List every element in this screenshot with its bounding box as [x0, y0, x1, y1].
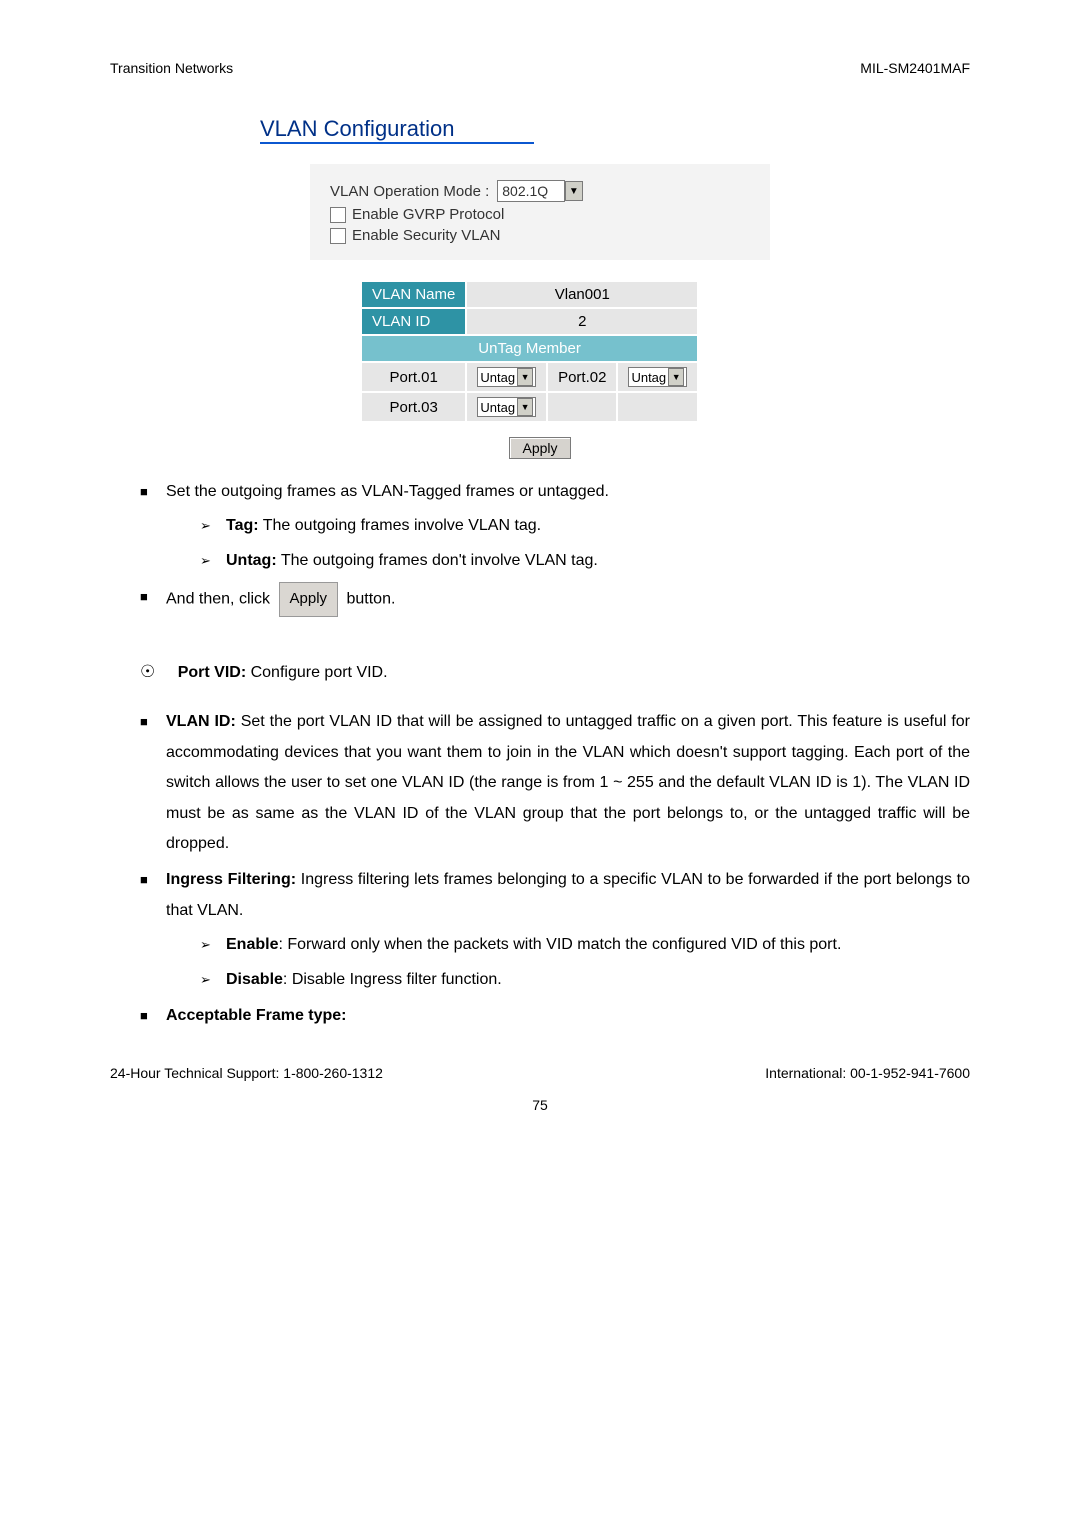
sub-untag-t: The outgoing frames don't involve VLAN t…: [277, 552, 598, 569]
gvrp-checkbox[interactable]: [330, 207, 346, 223]
sub-enable: Enable: Forward only when the packets wi…: [200, 930, 970, 960]
chevron-down-icon[interactable]: ▼: [517, 398, 533, 416]
bullet-ingress: Ingress Filtering: Ingress filtering let…: [140, 865, 970, 995]
vlan-id-value: 2: [466, 308, 698, 335]
port-03-label: Port.03: [361, 392, 466, 422]
port-01-select-value: Untag: [480, 370, 515, 385]
port-vid-line: Port VID: Configure port VID.: [140, 657, 970, 688]
bullet-vlan-id: VLAN ID: Set the port VLAN ID that will …: [140, 707, 970, 859]
port-02-select[interactable]: Untag ▼: [628, 367, 687, 387]
page-number: 75: [110, 1097, 970, 1113]
header-left: Transition Networks: [110, 60, 233, 76]
chevron-down-icon[interactable]: ▼: [517, 368, 533, 386]
sub-disable: Disable: Disable Ingress filter function…: [200, 965, 970, 995]
chevron-down-icon[interactable]: ▼: [668, 368, 684, 386]
section-title: VLAN Configuration: [260, 116, 534, 144]
aft-b: Acceptable Frame type:: [166, 1007, 347, 1024]
port-02-label: Port.02: [547, 362, 617, 392]
vlan-id-label: VLAN ID: [361, 308, 466, 335]
sub-tag-t: The outgoing frames involve VLAN tag.: [259, 517, 542, 534]
ingress-b: Ingress Filtering:: [166, 871, 296, 888]
apply-inline-button[interactable]: Apply: [279, 582, 339, 617]
vlan-table: VLAN Name Vlan001 VLAN ID 2 UnTag Member…: [360, 280, 699, 423]
bullet-2-b: button.: [346, 591, 395, 608]
port-01-label: Port.01: [361, 362, 466, 392]
bullet-acceptable-frame-type: Acceptable Frame type:: [140, 1001, 970, 1031]
mode-value: 802.1Q: [502, 183, 548, 199]
vlan-name-value: Vlan001: [466, 281, 698, 308]
vlan-name-label: VLAN Name: [361, 281, 466, 308]
disable-b: Disable: [226, 971, 283, 988]
sub-tag-b: Tag:: [226, 517, 259, 534]
sub-untag-b: Untag:: [226, 552, 277, 569]
vlan-id-t: Set the port VLAN ID that will be assign…: [166, 713, 970, 852]
bullet-outgoing-frames: Set the outgoing frames as VLAN-Tagged f…: [140, 477, 970, 576]
footer-right: International: 00-1-952-941-7600: [765, 1065, 970, 1081]
bullet-2-a: And then, click: [166, 591, 275, 608]
gvrp-label: Enable GVRP Protocol: [352, 206, 504, 223]
security-vlan-label: Enable Security VLAN: [352, 227, 500, 244]
config-box: VLAN Operation Mode : 802.1Q ▼ Enable GV…: [310, 164, 770, 260]
untag-member-header: UnTag Member: [361, 335, 698, 362]
apply-button[interactable]: Apply: [509, 437, 570, 459]
enable-t: : Forward only when the packets with VID…: [278, 936, 841, 953]
disable-t: : Disable Ingress filter function.: [283, 971, 502, 988]
port-02-select-value: Untag: [631, 370, 666, 385]
mode-select[interactable]: 802.1Q: [497, 180, 565, 202]
port-03-select[interactable]: Untag ▼: [477, 397, 536, 417]
mode-label: VLAN Operation Mode :: [330, 183, 489, 200]
port-vid-b: Port VID:: [178, 664, 246, 681]
port-03-select-value: Untag: [480, 400, 515, 415]
header-right: MIL-SM2401MAF: [860, 60, 970, 76]
vlan-id-b: VLAN ID:: [166, 713, 236, 730]
port-01-select[interactable]: Untag ▼: [477, 367, 536, 387]
enable-b: Enable: [226, 936, 278, 953]
bullet-then-click: And then, click Apply button.: [140, 582, 970, 617]
sub-untag: Untag: The outgoing frames don't involve…: [200, 546, 970, 576]
sub-tag: Tag: The outgoing frames involve VLAN ta…: [200, 511, 970, 541]
security-vlan-checkbox[interactable]: [330, 228, 346, 244]
bullet-1-text: Set the outgoing frames as VLAN-Tagged f…: [166, 483, 609, 500]
footer-left: 24-Hour Technical Support: 1-800-260-131…: [110, 1065, 383, 1081]
chevron-down-icon[interactable]: ▼: [565, 181, 583, 201]
port-vid-t: Configure port VID.: [246, 664, 387, 681]
